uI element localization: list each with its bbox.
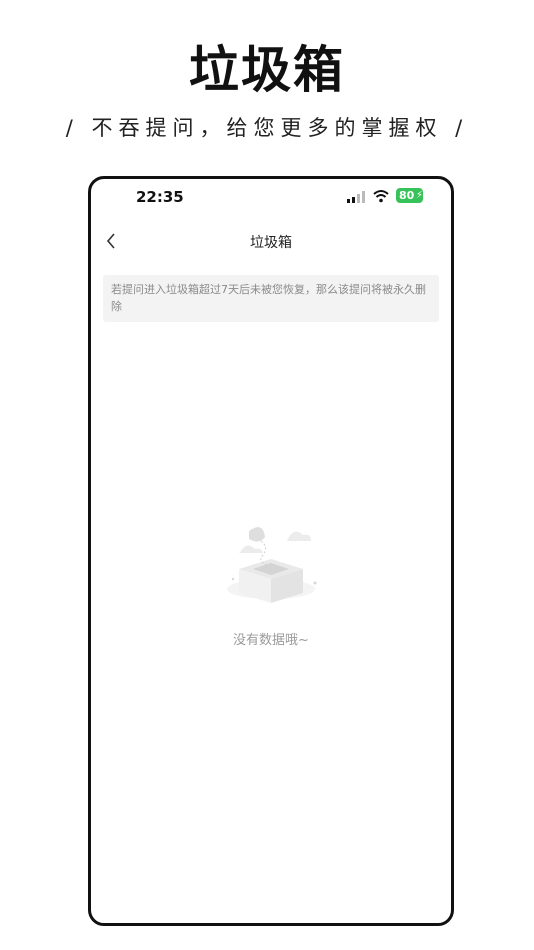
phone-frame: 22:35 80 ⚡ 垃圾箱 若提问进入垃圾箱超过7天后未被您恢复，那么该提问将… <box>88 176 454 926</box>
promo-title: 垃圾箱 <box>189 41 345 99</box>
battery-indicator: 80 ⚡ <box>396 188 423 203</box>
empty-box-icon <box>227 527 317 603</box>
charging-icon: ⚡ <box>415 190 423 201</box>
status-time: 22:35 <box>136 188 184 206</box>
nav-bar: 垃圾箱 <box>91 223 451 259</box>
promo-subtitle: / 不吞提问，给您更多的掌握权 / <box>65 116 469 140</box>
status-bar: 22:35 80 ⚡ <box>91 179 451 215</box>
page-title: 垃圾箱 <box>250 235 292 251</box>
signal-icon <box>347 191 365 203</box>
empty-state-text: 没有数据哦~ <box>233 633 309 648</box>
wifi-icon <box>373 190 389 203</box>
battery-level: 80 <box>399 189 415 202</box>
trash-notice: 若提问进入垃圾箱超过7天后未被您恢复，那么该提问将被永久删除 <box>103 275 439 322</box>
